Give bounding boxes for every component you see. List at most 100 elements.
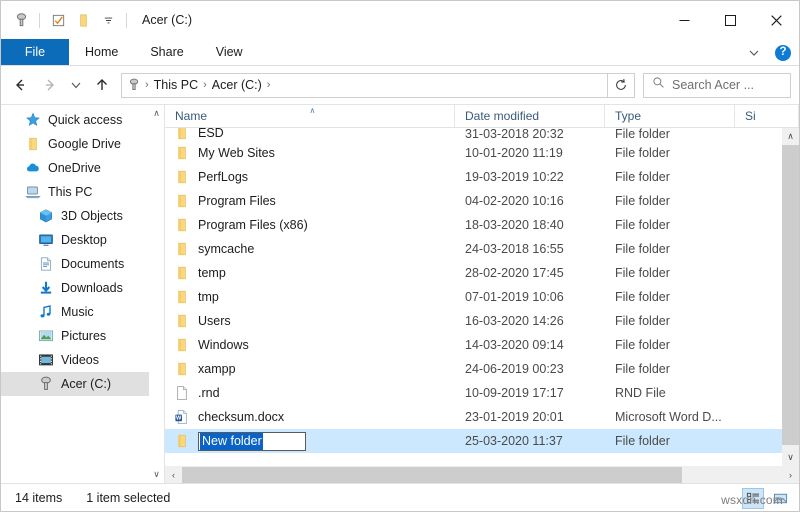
- file-name-cell[interactable]: My Web Sites: [165, 145, 455, 161]
- navigation-toolbar: › This PC › Acer (C:) › Search Acer ...: [1, 66, 799, 105]
- file-list-horizontal-scrollbar[interactable]: ‹ ›: [165, 466, 799, 483]
- file-list-vertical-scrollbar[interactable]: ∧ ∨: [782, 128, 799, 466]
- table-row[interactable]: ESD 31-03-2018 20:32 File folder: [165, 128, 799, 141]
- help-icon[interactable]: ?: [771, 41, 795, 65]
- file-name-label: checksum.docx: [198, 410, 285, 424]
- sidebar-item-google-drive[interactable]: Google Drive: [1, 132, 164, 156]
- view-mode-buttons: [742, 484, 791, 512]
- column-header-size[interactable]: Si: [735, 105, 799, 127]
- sidebar-item-quick-access[interactable]: Quick access: [1, 108, 164, 132]
- expand-ribbon-chevron-icon[interactable]: [742, 41, 766, 65]
- vscroll-thumb[interactable]: [782, 145, 799, 445]
- file-name-cell[interactable]: symcache: [165, 241, 455, 257]
- column-header-date-modified[interactable]: Date modified: [455, 105, 605, 127]
- hscroll-thumb[interactable]: [182, 467, 682, 483]
- file-type-cell: File folder: [615, 434, 670, 448]
- file-rows-container: ESD 31-03-2018 20:32 File folder My Web Sit…: [165, 128, 799, 466]
- rename-input[interactable]: New folder: [198, 431, 306, 451]
- hscroll-left-arrow[interactable]: ‹: [165, 467, 182, 483]
- sidebar-item-onedrive[interactable]: OneDrive: [1, 156, 164, 180]
- breadcrumb-separator-2[interactable]: ›: [266, 79, 272, 91]
- table-row[interactable]: temp 28-02-2020 17:45 File folder: [165, 261, 799, 285]
- table-row[interactable]: My Web Sites 10-01-2020 11:19 File folder: [165, 141, 799, 165]
- search-input[interactable]: Search Acer ...: [643, 72, 791, 98]
- minimize-button[interactable]: [661, 1, 707, 39]
- file-name-cell[interactable]: Users: [165, 313, 455, 329]
- refresh-button[interactable]: [608, 72, 635, 98]
- address-bar[interactable]: › This PC › Acer (C:) ›: [121, 72, 608, 98]
- table-row[interactable]: Windows 14-03-2020 09:14 File folder: [165, 333, 799, 357]
- up-button[interactable]: [87, 70, 117, 100]
- sidebar-item-videos[interactable]: Videos: [1, 348, 164, 372]
- ribbon-right-controls: ?: [742, 39, 795, 66]
- sidebar-item-label: Acer (C:): [61, 377, 111, 391]
- nav-scroll-up-arrow[interactable]: ∧: [149, 105, 164, 122]
- table-row[interactable]: Users 16-03-2020 14:26 File folder: [165, 309, 799, 333]
- star-icon: [24, 112, 41, 129]
- vscroll-down-arrow[interactable]: ∨: [782, 449, 799, 466]
- file-name-cell[interactable]: ESD: [165, 128, 455, 141]
- table-row[interactable]: New folder 25-03-2020 11:37 File folder: [165, 429, 799, 453]
- hscroll-track[interactable]: [682, 467, 782, 483]
- file-name-cell[interactable]: tmp: [165, 289, 455, 305]
- file-name-cell[interactable]: PerfLogs: [165, 169, 455, 185]
- sidebar-item-label: Documents: [61, 257, 125, 271]
- column-header-type[interactable]: Type: [605, 105, 735, 127]
- table-row[interactable]: PerfLogs 19-03-2019 10:22 File folder: [165, 165, 799, 189]
- file-name-cell[interactable]: Windows: [165, 337, 455, 353]
- new-folder-icon[interactable]: [72, 9, 94, 31]
- properties-checkbox-icon[interactable]: [47, 9, 69, 31]
- navigation-pane-scrollbar[interactable]: ∧ ∨: [149, 105, 164, 483]
- sidebar-item-label: Google Drive: [48, 137, 121, 151]
- nav-scroll-down-arrow[interactable]: ∨: [149, 466, 164, 483]
- folder-icon: [174, 289, 190, 305]
- file-name-cell[interactable]: New folder: [165, 431, 455, 451]
- sidebar-item-label: Desktop: [61, 233, 107, 247]
- column-header-name[interactable]: Name ∧: [165, 105, 455, 127]
- sidebar-item-acer-c[interactable]: Acer (C:): [1, 372, 164, 396]
- file-name-label: temp: [198, 266, 226, 280]
- sidebar-item-this-pc[interactable]: This PC: [1, 180, 164, 204]
- folder-icon: [174, 169, 190, 185]
- recent-locations-button[interactable]: [65, 70, 87, 100]
- table-row[interactable]: symcache 24-03-2018 16:55 File folder: [165, 237, 799, 261]
- maximize-button[interactable]: [707, 1, 753, 39]
- breadcrumb-this-pc[interactable]: This PC: [150, 78, 202, 92]
- sidebar-item-desktop[interactable]: Desktop: [1, 228, 164, 252]
- details-view-button[interactable]: [742, 487, 764, 509]
- table-row[interactable]: .rnd 10-09-2019 17:17 RND File: [165, 381, 799, 405]
- tab-view[interactable]: View: [200, 39, 259, 65]
- hscroll-right-arrow[interactable]: ›: [782, 467, 799, 483]
- tab-home[interactable]: Home: [69, 39, 134, 65]
- table-row[interactable]: Program Files (x86) 18-03-2020 18:40 File …: [165, 213, 799, 237]
- table-row[interactable]: Program Files 04-02-2020 10:16 File folder: [165, 189, 799, 213]
- tab-file[interactable]: File: [1, 39, 69, 65]
- file-name-cell[interactable]: xampp: [165, 361, 455, 377]
- table-row[interactable]: Wchecksum.docx 23-01-2019 20:01 Microsoft …: [165, 405, 799, 429]
- sidebar-item-pictures[interactable]: Pictures: [1, 324, 164, 348]
- navigation-pane: Quick access Google Drive OneDrive This PC 3…: [1, 105, 164, 483]
- file-name-cell[interactable]: Program Files: [165, 193, 455, 209]
- file-type-cell: File folder: [615, 266, 670, 280]
- vscroll-up-arrow[interactable]: ∧: [782, 128, 799, 145]
- large-icons-view-button[interactable]: [769, 488, 791, 509]
- sidebar-item-music[interactable]: Music: [1, 300, 164, 324]
- customize-quick-access-chevron-icon[interactable]: [97, 9, 119, 31]
- file-date-cell: 25-03-2020 11:37: [465, 434, 563, 448]
- rename-input-value: New folder: [200, 432, 263, 450]
- sidebar-item-documents[interactable]: Documents: [1, 252, 164, 276]
- file-name-cell[interactable]: temp: [165, 265, 455, 281]
- file-name-cell[interactable]: Program Files (x86): [165, 217, 455, 233]
- sidebar-item-3d-objects[interactable]: 3D Objects: [1, 204, 164, 228]
- tab-share[interactable]: Share: [134, 39, 199, 65]
- close-button[interactable]: [753, 1, 799, 39]
- file-name-cell[interactable]: Wchecksum.docx: [165, 409, 455, 425]
- file-name-cell[interactable]: .rnd: [165, 385, 455, 401]
- sidebar-item-label: Music: [61, 305, 94, 319]
- table-row[interactable]: tmp 07-01-2019 10:06 File folder: [165, 285, 799, 309]
- breadcrumb-acer-c[interactable]: Acer (C:): [208, 78, 266, 92]
- table-row[interactable]: xampp 24-06-2019 00:23 File folder: [165, 357, 799, 381]
- sidebar-item-downloads[interactable]: Downloads: [1, 276, 164, 300]
- forward-button[interactable]: [35, 70, 65, 100]
- back-button[interactable]: [5, 70, 35, 100]
